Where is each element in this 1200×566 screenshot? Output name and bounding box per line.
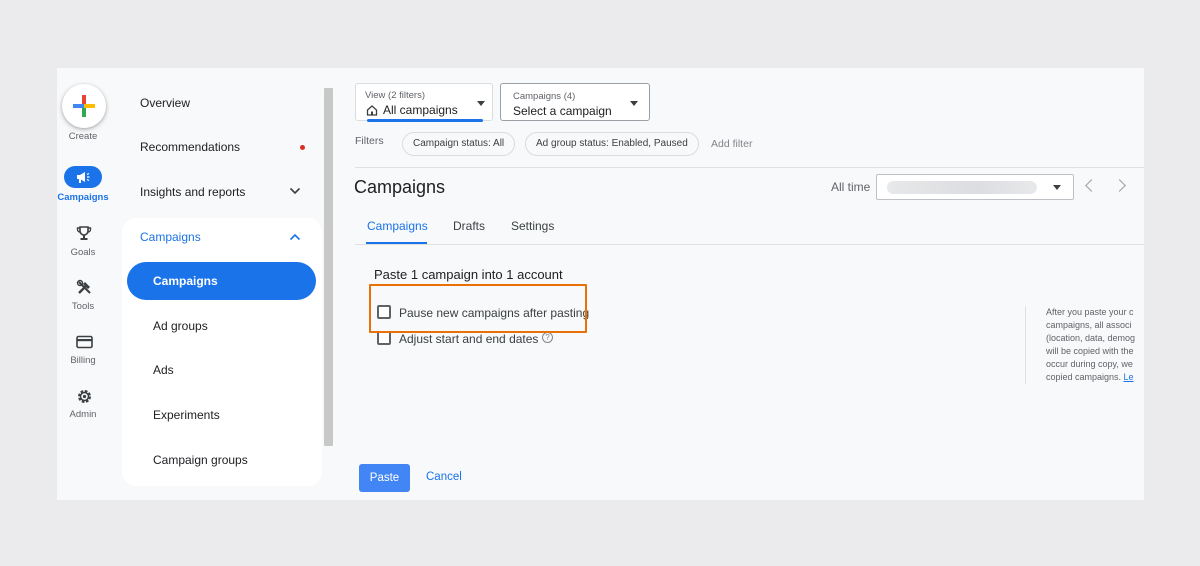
view-selector-underline <box>367 119 483 122</box>
campaign-selector[interactable]: Campaigns (4) Select a campaign <box>500 83 650 121</box>
help-divider <box>1025 306 1026 384</box>
tab-drafts[interactable]: Drafts <box>453 219 485 233</box>
dropdown-caret-icon <box>1053 185 1061 190</box>
plus-icon <box>73 95 95 117</box>
rail-label-billing: Billing <box>70 355 96 366</box>
nav-recommendations[interactable]: Recommendations <box>140 140 240 154</box>
learn-more-link[interactable]: Le <box>1124 372 1134 382</box>
subnav-ad-groups[interactable]: Ad groups <box>153 319 208 333</box>
filters-label: Filters <box>355 135 384 147</box>
dropdown-caret-icon <box>477 101 485 106</box>
help-text-line: campaigns, all associ <box>1046 320 1132 330</box>
rail-label-admin: Admin <box>69 409 97 420</box>
next-period-icon[interactable] <box>1113 179 1126 192</box>
campaigns-subnav-panel <box>122 218 322 486</box>
megaphone-icon <box>77 172 90 183</box>
chevron-down-icon[interactable] <box>289 187 301 195</box>
page-title: Campaigns <box>354 177 446 197</box>
help-text-line: will be copied with the <box>1046 346 1134 356</box>
previous-period-icon[interactable] <box>1085 179 1098 192</box>
create-button[interactable] <box>62 84 106 128</box>
nav-scrollbar[interactable] <box>324 88 333 446</box>
date-range-value-blurred <box>887 181 1037 194</box>
view-selector-caption: View (2 filters) <box>365 90 426 101</box>
paste-panel-title: Paste 1 campaign into 1 account <box>374 267 563 282</box>
subnav-campaign-groups[interactable]: Campaign groups <box>153 453 248 467</box>
paste-button[interactable]: Paste <box>359 464 410 492</box>
filter-chip-ad-group-status[interactable]: Ad group status: Enabled, Paused <box>525 132 699 156</box>
rail-label-campaigns: Campaigns <box>57 192 109 203</box>
nav-insights[interactable]: Insights and reports <box>140 185 245 199</box>
trophy-icon[interactable] <box>73 224 95 242</box>
dropdown-caret-icon <box>630 101 638 106</box>
rail-label-goals: Goals <box>70 247 96 258</box>
chevron-up-icon[interactable] <box>289 233 301 241</box>
help-text-line: After you paste your c <box>1046 307 1134 317</box>
credit-card-icon[interactable] <box>73 333 95 351</box>
view-selector-value: All campaigns <box>383 103 458 117</box>
help-text: After you paste your c campaigns, all as… <box>1046 306 1144 384</box>
view-selector[interactable]: View (2 filters) All campaigns <box>355 83 493 122</box>
rail-label-tools: Tools <box>71 301 95 312</box>
tab-settings[interactable]: Settings <box>511 219 554 233</box>
filter-chip-campaign-status[interactable]: Campaign status: All <box>402 132 516 156</box>
campaign-selector-caption: Campaigns (4) <box>513 91 576 102</box>
subnav-ads[interactable]: Ads <box>153 363 174 377</box>
tabs-divider <box>355 244 1144 245</box>
filters-divider <box>355 167 1144 168</box>
cancel-button[interactable]: Cancel <box>426 471 462 483</box>
help-icon[interactable]: ? <box>542 332 553 343</box>
subnav-experiments[interactable]: Experiments <box>153 408 220 422</box>
tools-icon[interactable] <box>73 278 95 296</box>
app-frame: Create Campaigns Goals Tools Billing Adm… <box>57 68 1144 500</box>
nav-overview[interactable]: Overview <box>140 96 190 110</box>
tab-campaigns[interactable]: Campaigns <box>367 219 428 233</box>
highlight-box <box>369 284 587 333</box>
left-rail: Create Campaigns Goals Tools Billing Adm… <box>57 68 109 500</box>
subnav-campaigns-active[interactable]: Campaigns <box>127 262 316 300</box>
subnav-campaigns-label: Campaigns <box>153 274 218 288</box>
help-text-line: occur during copy, we <box>1046 359 1133 369</box>
gear-icon[interactable] <box>73 387 95 405</box>
date-range-label: All time <box>831 180 871 194</box>
create-label: Create <box>68 131 98 142</box>
campaign-selector-value: Select a campaign <box>513 104 612 118</box>
rail-item-campaigns[interactable] <box>64 166 102 188</box>
date-range-selector[interactable] <box>876 174 1074 200</box>
nav-campaigns-group[interactable]: Campaigns <box>140 230 201 244</box>
adjust-dates-label[interactable]: Adjust start and end dates <box>399 332 538 346</box>
adjust-dates-checkbox[interactable] <box>377 331 391 345</box>
help-text-line: (location, data, demog <box>1046 333 1136 343</box>
home-icon <box>366 105 378 116</box>
notification-dot <box>300 145 305 150</box>
add-filter-link[interactable]: Add filter <box>711 138 752 150</box>
help-text-line: copied campaigns. <box>1046 372 1124 382</box>
